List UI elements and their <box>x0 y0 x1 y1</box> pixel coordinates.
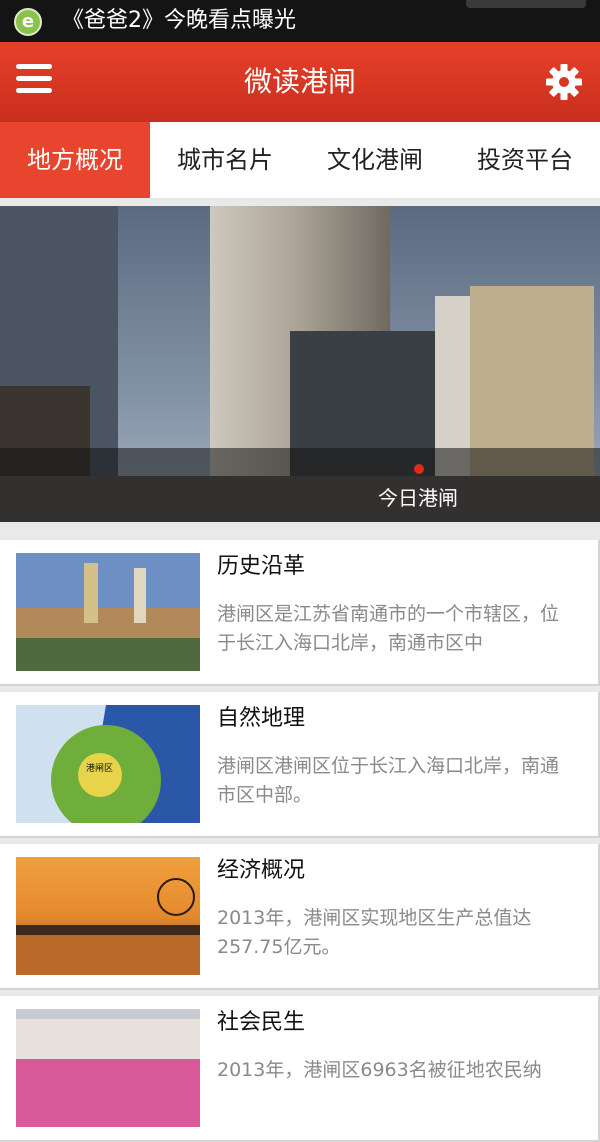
banner-caption: 今日港闸 <box>378 486 458 510</box>
list-item[interactable]: 社会民生 2013年，港闸区6963名被征地农民纳 <box>0 996 600 1142</box>
news-title: 自然地理 <box>217 706 306 731</box>
news-summary: 2013年，港闸区实现地区生产总值达257.75亿元。 <box>217 907 532 958</box>
app-logo-icon: e <box>14 8 42 36</box>
river-sunset-thumbnail <box>16 857 200 975</box>
carousel-indicator-dot[interactable] <box>414 464 424 474</box>
category-tabs: 地方概况 城市名片 文化港闸 投资平台 <box>0 122 600 198</box>
app-title: 微读港闸 <box>243 65 356 98</box>
community-thumbnail <box>16 1009 200 1127</box>
news-summary: 2013年，港闸区6963名被征地农民纳 <box>217 1059 542 1081</box>
city-skyline-thumbnail <box>16 553 200 671</box>
list-item[interactable]: 历史沿革 港闸区是江苏省南通市的一个市辖区，位于长江入海口北岸，南通市区中 <box>0 540 600 686</box>
status-bar: e 《爸爸2》今晚看点曝光 <box>0 0 600 42</box>
news-title: 经济概况 <box>217 858 306 883</box>
list-item[interactable]: 经济概况 2013年，港闸区实现地区生产总值达257.75亿元。 <box>0 844 600 990</box>
district-map-thumbnail: 港闸区 <box>16 705 200 823</box>
news-summary: 港闸区是江苏省南通市的一个市辖区，位于长江入海口北岸，南通市区中 <box>217 603 560 654</box>
tab-culture[interactable]: 文化港闸 <box>300 122 450 198</box>
notification-text: 《爸爸2》今晚看点曝光 <box>62 8 296 33</box>
banner-carousel[interactable]: 今日港闸 <box>0 206 600 522</box>
news-title: 社会民生 <box>217 1010 306 1035</box>
tab-local-overview[interactable]: 地方概况 <box>0 122 150 198</box>
news-title: 历史沿革 <box>217 554 306 579</box>
title-bar: 微读港闸 <box>0 42 600 122</box>
gear-icon[interactable] <box>544 62 584 102</box>
tab-investment[interactable]: 投资平台 <box>450 122 600 198</box>
list-item[interactable]: 港闸区 自然地理 港闸区港闸区位于长江入海口北岸，南通市区中部。 <box>0 692 600 838</box>
news-summary: 港闸区港闸区位于长江入海口北岸，南通市区中部。 <box>217 755 560 806</box>
map-label: 港闸区 <box>86 762 113 774</box>
status-icons <box>466 0 586 8</box>
tab-city-card[interactable]: 城市名片 <box>150 122 300 198</box>
